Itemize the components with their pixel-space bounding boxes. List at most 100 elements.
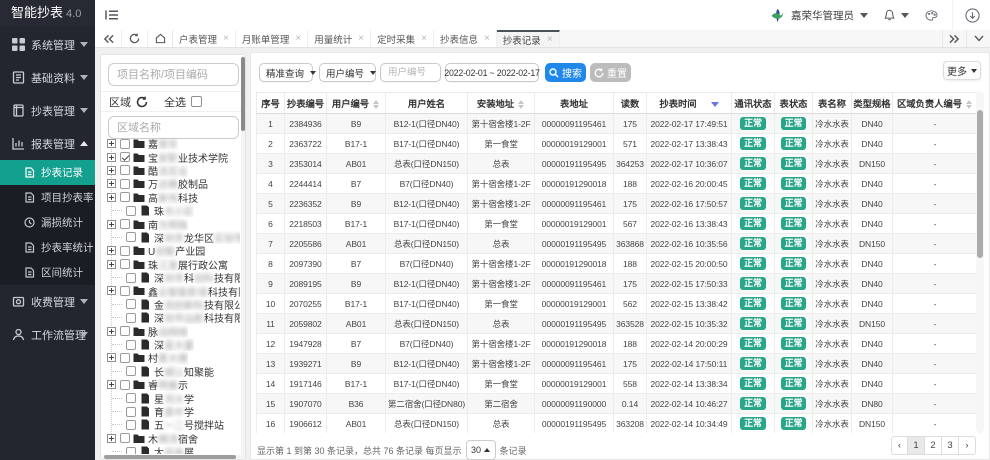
tabs-scroll-left-button[interactable] [95, 30, 122, 47]
sidebar-item-工作流管理[interactable]: 工作流管理 [0, 318, 95, 351]
sidebar-item-抄表管理[interactable]: 抄表管理 [0, 94, 95, 127]
sort-icon[interactable] [966, 100, 973, 109]
precision-query-select[interactable]: 精准查询 [259, 63, 313, 82]
tree-checkbox[interactable] [126, 407, 136, 417]
tree-vertical-scrollbar[interactable] [241, 56, 245, 458]
table-row[interactable]: 72205586AB01总表(口径DN150)总表000001911954953… [257, 234, 978, 254]
tree-checkbox[interactable] [126, 299, 136, 309]
tab-close-icon[interactable]: × [358, 34, 364, 44]
tree-node[interactable]: 嘉荣华 [101, 137, 240, 150]
tree-node[interactable]: 宝安职业技术学院 [101, 150, 240, 163]
tree-checkbox[interactable] [120, 433, 130, 443]
search-field-select[interactable]: 用户编号 [319, 63, 376, 82]
tree-node[interactable]: 长城认知聚能 [101, 365, 240, 378]
table-row[interactable]: 102070255B17-1B17-1(口径DN40)第一食堂000000191… [257, 294, 978, 314]
tree-vscroll-thumb[interactable] [241, 57, 245, 131]
sidebar-item-报表管理[interactable]: 报表管理 [0, 127, 95, 160]
tree-node[interactable]: 酷派实业 [101, 164, 240, 177]
user-menu[interactable]: 嘉荣华管理员 [770, 8, 868, 23]
tree-node[interactable]: 深圳市龙华区实验学校 [101, 231, 240, 244]
column-header-抄表时间[interactable]: 抄表时间 [647, 93, 732, 114]
tree-expander-icon[interactable] [107, 193, 116, 202]
column-header-区域负责人编号[interactable]: 区域负责人编号 [893, 93, 978, 114]
tree-node[interactable]: 高新伟科技 [101, 191, 240, 204]
search-button[interactable]: 搜索 [545, 63, 586, 82]
sort-icon[interactable] [518, 100, 525, 109]
tree-checkbox[interactable] [120, 286, 130, 296]
table-row[interactable]: 62218503B17-1B17-1(口径DN40)第一食堂0000001912… [257, 214, 978, 234]
more-button[interactable]: 更多 [943, 61, 981, 80]
notifications-menu[interactable] [884, 9, 909, 21]
tree-expander-icon[interactable] [107, 434, 116, 443]
tree-expander-icon[interactable] [107, 246, 116, 255]
tree-checkbox[interactable] [126, 393, 136, 403]
area-search-input[interactable] [108, 116, 239, 139]
tree-checkbox[interactable] [120, 246, 130, 256]
tree-checkbox[interactable] [120, 139, 130, 149]
pager-page-3[interactable]: 3 [942, 436, 959, 455]
tree-node[interactable]: 星河大学 [101, 391, 240, 404]
sidebar-subitem-项目抄表率[interactable]: 项目抄表率 [0, 185, 95, 210]
table-row[interactable]: 151907070B36第二宿舍(口径DN80)第二宿舍000000911900… [257, 394, 978, 414]
tab-close-icon[interactable]: × [547, 35, 553, 45]
table-row[interactable]: 52236352B9B12-1(口径DN40)第十宿舍楼1-2F00000091… [257, 194, 978, 214]
table-vertical-scrollbar[interactable] [976, 92, 984, 433]
download-button[interactable] [965, 8, 980, 23]
tree-checkbox[interactable] [120, 179, 130, 189]
tree-expander-icon[interactable] [107, 353, 116, 362]
table-row[interactable]: 112059802AB01总表(口径DN150)总表00000191195495… [257, 314, 978, 334]
table-row[interactable]: 121947928B7B7(口径DN40)第十宿舍楼1-2F0000019129… [257, 334, 978, 354]
tree-node[interactable]: 木棉湾宿舍 [101, 432, 240, 445]
tree-node[interactable]: 村委大楼 [101, 351, 240, 364]
pager-page-2[interactable]: 2 [925, 436, 942, 455]
tab-close-icon[interactable]: × [484, 34, 490, 44]
tree-expander-icon[interactable] [107, 153, 116, 162]
pager-next-button[interactable]: › [959, 436, 976, 455]
tree-checkbox[interactable] [120, 152, 130, 162]
tabs-scroll-right-button[interactable] [942, 30, 966, 47]
tree-node[interactable]: 珠江发展行政公寓 [101, 258, 240, 271]
tree-checkbox[interactable] [120, 353, 130, 363]
tree-checkbox[interactable] [126, 232, 136, 242]
tree-node[interactable]: 深蓝大厦 [101, 338, 240, 351]
tree-horizontal-scrollbar[interactable] [102, 455, 242, 459]
tree-checkbox[interactable] [126, 447, 136, 454]
sidebar-toggle-icon[interactable] [105, 9, 119, 21]
table-row[interactable]: 42244414B7B7(口径DN40)第十宿舍楼1-2F00000191290… [257, 174, 978, 194]
sidebar-subitem-区间统计[interactable]: 区间统计 [0, 260, 95, 285]
tree-node[interactable]: 鑫云智能影视科技有限公司 [101, 284, 240, 297]
tree-checkbox[interactable] [126, 273, 136, 283]
tab-refresh-button[interactable] [122, 30, 148, 47]
tree-node[interactable]: 脉动网络 [101, 324, 240, 337]
tree-expander-icon[interactable] [107, 380, 116, 389]
tree-hscroll-thumb[interactable] [104, 455, 236, 459]
table-row[interactable]: 22363722B17-1B17-1(口径DN40)第一食堂0000001912… [257, 134, 978, 154]
tab-户表管理[interactable]: 户表管理× [173, 30, 236, 47]
tree-expander-icon[interactable] [107, 260, 116, 269]
sort-icon[interactable] [373, 100, 380, 109]
tree-node[interactable]: 珠光小区 [101, 204, 240, 217]
tree-node[interactable]: 育英中学 [101, 405, 240, 418]
tab-定时采集[interactable]: 定时采集× [371, 30, 434, 47]
tree-node[interactable]: 金润创新科技有限公司 [101, 298, 240, 311]
tree-checkbox[interactable] [120, 259, 130, 269]
tree-node[interactable]: U创智产业园 [101, 244, 240, 257]
tree-node[interactable]: 深圳市远航科技有限公司 [101, 311, 240, 324]
column-header-安装地址[interactable]: 安装地址 [468, 93, 535, 114]
tree-expander-icon[interactable] [107, 139, 116, 148]
table-row[interactable]: 12384936B9B12-1(口径DN40)第十宿舍楼1-2F00000091… [257, 114, 978, 134]
tree-node[interactable]: 南方明珠 [101, 217, 240, 230]
select-all-checkbox[interactable] [191, 96, 202, 107]
area-refresh-icon[interactable] [136, 96, 148, 108]
tree-node[interactable]: 深圳市科创科技有限公司 [101, 271, 240, 284]
project-search-input[interactable] [108, 63, 239, 86]
tabs-menu-button[interactable] [966, 30, 990, 47]
table-row[interactable]: 161906612AB01总表(口径DN150)总表00000191195495… [257, 414, 978, 434]
table-row[interactable]: 32353014AB01总表(口径DN150)总表000001911954953… [257, 154, 978, 174]
sidebar-item-收费管理[interactable]: 收费管理 [0, 285, 95, 318]
tab-抄表信息[interactable]: 抄表信息× [434, 30, 497, 47]
sort-desc-icon[interactable] [711, 102, 719, 107]
sidebar-subitem-漏损统计[interactable]: 漏损统计 [0, 210, 95, 235]
tree-expander-icon[interactable] [107, 166, 116, 175]
tree-expander-icon[interactable] [107, 286, 116, 295]
